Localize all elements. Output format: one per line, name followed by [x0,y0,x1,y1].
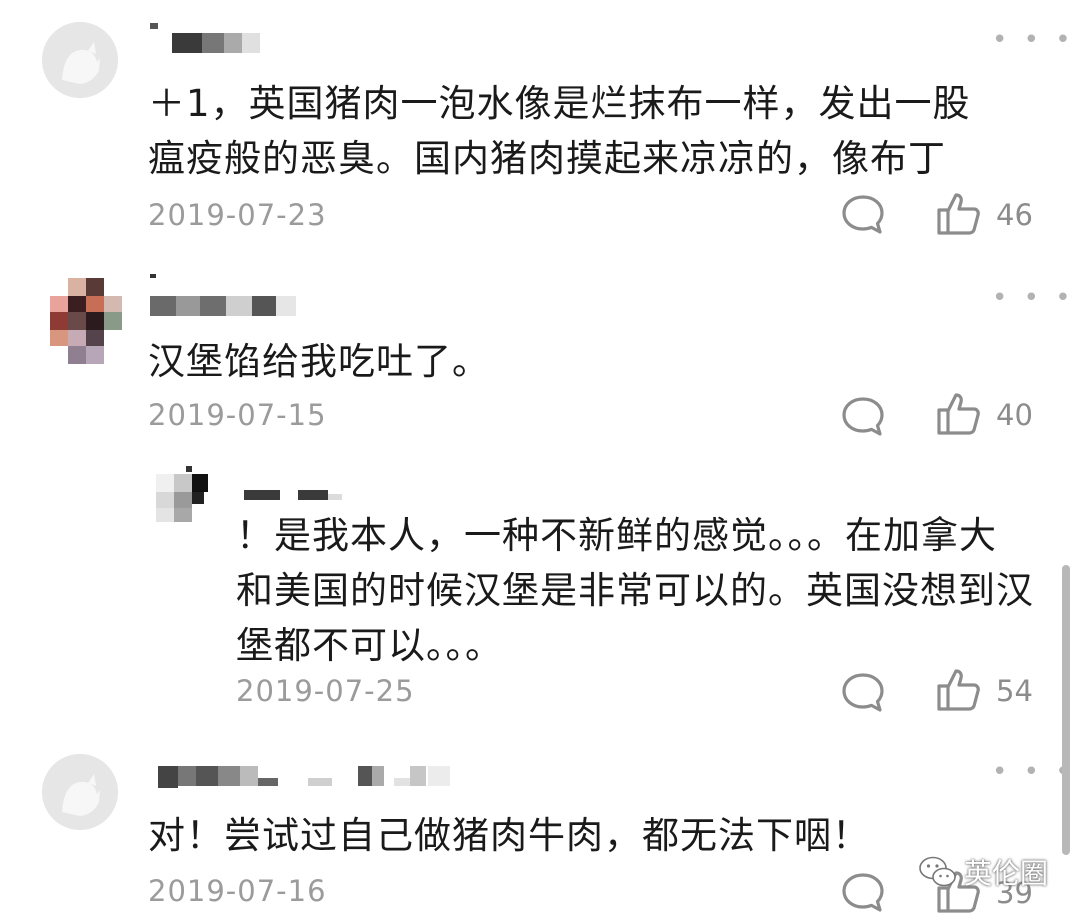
like-count: 54 [996,674,1033,708]
like-count: 40 [996,398,1033,432]
watermark-label: 英伦圈 [964,857,1049,890]
avatar[interactable] [42,22,118,98]
comment-list: • • • ＋1，英国猪肉一泡水像是烂抹布一样，发出一股 瘟疫般的恶臭。国内猪肉… [0,0,1080,920]
reply-text: ！是我本人，一种不新鲜的感觉。。。在加拿大 和美国的时候汉堡是非常可以的。英国没… [236,514,1034,667]
comment-date: 2019-07-16 [148,874,327,908]
reply-icon[interactable] [840,192,886,238]
username-blurred[interactable] [150,23,265,53]
thumbs-up-icon[interactable] [934,666,982,714]
reply-icon[interactable] [840,394,886,440]
watermark: 英伦圈 [918,852,1048,892]
comment-text: 对！尝试过自己做猪肉牛肉，都无法下咽！ [148,814,870,857]
thumbs-up-icon[interactable] [934,190,982,238]
comment-text: 汉堡馅给我吃吐了。 [148,340,490,383]
username-blurred[interactable] [158,766,458,788]
username-blurred[interactable] [150,274,300,316]
comment-text: ＋1，英国猪肉一泡水像是烂抹布一样，发出一股 瘟疫般的恶臭。国内猪肉摸起来凉凉的… [148,82,971,180]
reply-date: 2019-07-25 [236,674,415,708]
username-blurred[interactable] [244,486,354,506]
wechat-icon [919,856,956,887]
avatar[interactable] [50,278,122,364]
default-avatar-icon [42,22,118,98]
default-avatar-icon [42,754,118,830]
avatar-mosaic [156,466,210,522]
thumbs-up-icon[interactable] [934,390,982,438]
reply-icon[interactable] [840,670,886,716]
avatar-mosaic [50,278,122,364]
more-options-button[interactable]: • • • [992,27,1075,53]
avatar[interactable] [156,466,210,522]
comment-date: 2019-07-15 [148,398,327,432]
like-count: 46 [996,198,1033,232]
comment-date: 2019-07-23 [148,198,327,232]
reply-icon[interactable] [840,870,886,916]
avatar[interactable] [42,754,118,830]
scrollbar[interactable] [1062,565,1070,855]
more-options-button[interactable]: • • • [992,285,1075,311]
